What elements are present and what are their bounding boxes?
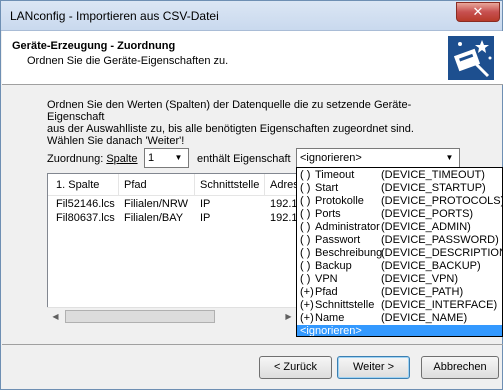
table-cell: IP bbox=[200, 198, 211, 210]
table-header: 1. Spalte Pfad Schnittstelle Adres bbox=[48, 174, 314, 196]
close-button[interactable]: ✕ bbox=[456, 2, 500, 22]
next-button[interactable]: Weiter > bbox=[337, 356, 410, 379]
instruction-line-2: aus der Auswahlliste zu, bis alle benöti… bbox=[47, 123, 414, 135]
dropdown-item[interactable]: ( ) Beschreibung (DEVICE_DESCRIPTION) bbox=[297, 247, 502, 260]
dropdown-item[interactable]: ( ) Passwort (DEVICE_PASSWORD) bbox=[297, 234, 502, 247]
instructions: Ordnen Sie den Werten (Spalten) der Date… bbox=[47, 99, 467, 147]
property-select-value: <ignorieren> bbox=[300, 152, 362, 164]
table-row[interactable]: Fil52146.lcs Filialen/NRW IP 192.1 bbox=[48, 198, 314, 212]
column-select[interactable]: 1 ▼ bbox=[144, 148, 189, 168]
table-cell: Filialen/NRW bbox=[124, 198, 188, 210]
column-header[interactable]: Pfad bbox=[124, 179, 147, 191]
dropdown-item[interactable]: ( ) Start (DEVICE_STARTUP) bbox=[297, 182, 502, 195]
scroll-thumb[interactable] bbox=[65, 310, 215, 323]
table-cell: Filialen/BAY bbox=[124, 212, 184, 224]
scroll-left-icon[interactable]: ◀ bbox=[47, 308, 64, 325]
column-label-accel: Spalte bbox=[106, 153, 138, 165]
column-header[interactable]: Adres bbox=[270, 179, 299, 191]
column-label-prefix: Zuordnung: bbox=[47, 153, 107, 165]
page-subtitle: Ordnen Sie die Geräte-Eigenschaften zu. bbox=[27, 55, 229, 67]
property-select[interactable]: <ignorieren> ▼ bbox=[296, 148, 460, 168]
dropdown-item[interactable]: ( ) Administrator (DEVICE_ADMIN) bbox=[297, 221, 502, 234]
column-header[interactable]: 1. Spalte bbox=[56, 179, 99, 191]
table-cell: Fil52146.lcs bbox=[56, 198, 115, 210]
chevron-down-icon[interactable]: ▼ bbox=[171, 151, 186, 165]
table-cell: 192.1 bbox=[270, 212, 298, 224]
chevron-down-icon[interactable]: ▼ bbox=[442, 151, 457, 165]
dropdown-item[interactable]: ( ) Timeout (DEVICE_TIMEOUT) bbox=[297, 169, 502, 182]
dropdown-item[interactable]: (+) Name (DEVICE_NAME) bbox=[297, 312, 502, 325]
dropdown-item[interactable]: ( ) Protokolle (DEVICE_PROTOCOLS) bbox=[297, 195, 502, 208]
wizard-icon bbox=[448, 36, 494, 80]
close-icon: ✕ bbox=[472, 4, 484, 19]
page-title: Geräte-Erzeugung - Zuordnung bbox=[12, 40, 176, 52]
table-cell: IP bbox=[200, 212, 211, 224]
property-dropdown-list[interactable]: ( ) Timeout (DEVICE_TIMEOUT) ( ) Start (DEVI… bbox=[296, 167, 503, 337]
scroll-right-icon[interactable]: ▶ bbox=[280, 308, 297, 325]
table-cell: 192.1 bbox=[270, 198, 298, 210]
dropdown-item[interactable]: (+) Pfad (DEVICE_PATH) bbox=[297, 286, 502, 299]
instruction-line-1: Ordnen Sie den Werten (Spalten) der Date… bbox=[47, 99, 412, 123]
dialog-window: LANconfig - Importieren aus CSV-Datei ✕ … bbox=[0, 0, 503, 390]
table-cell: Fil80637.lcs bbox=[56, 212, 115, 224]
wizard-header: Geräte-Erzeugung - Zuordnung Ordnen Sie … bbox=[2, 31, 503, 85]
dropdown-item[interactable]: ( ) Backup (DEVICE_BACKUP) bbox=[297, 260, 502, 273]
column-label: Zuordnung: Spalte bbox=[47, 153, 138, 165]
table-row[interactable]: Fil80637.lcs Filialen/BAY IP 192.1 bbox=[48, 212, 314, 226]
dropdown-item-selected[interactable]: <ignorieren> bbox=[297, 325, 502, 336]
horizontal-scrollbar[interactable]: ◀ ▶ bbox=[47, 307, 297, 324]
back-button[interactable]: < Zurück bbox=[259, 356, 332, 379]
data-preview-table[interactable]: 1. Spalte Pfad Schnittstelle Adres Fil52… bbox=[47, 173, 315, 323]
property-label: enthält Eigenschaft bbox=[197, 153, 291, 165]
dropdown-item[interactable]: ( ) Ports (DEVICE_PORTS) bbox=[297, 208, 502, 221]
instruction-line-3: Wählen Sie danach 'Weiter'! bbox=[47, 135, 185, 147]
footer-divider bbox=[2, 344, 503, 345]
title-bar[interactable]: LANconfig - Importieren aus CSV-Datei ✕ bbox=[1, 1, 502, 31]
window-title: LANconfig - Importieren aus CSV-Datei bbox=[10, 9, 219, 23]
column-select-value: 1 bbox=[148, 152, 155, 164]
dropdown-item[interactable]: ( ) VPN (DEVICE_VPN) bbox=[297, 273, 502, 286]
column-header[interactable]: Schnittstelle bbox=[200, 179, 259, 191]
cancel-button[interactable]: Abbrechen bbox=[421, 356, 499, 379]
dropdown-item[interactable]: (+) Schnittstelle (DEVICE_INTERFACE) bbox=[297, 299, 502, 312]
